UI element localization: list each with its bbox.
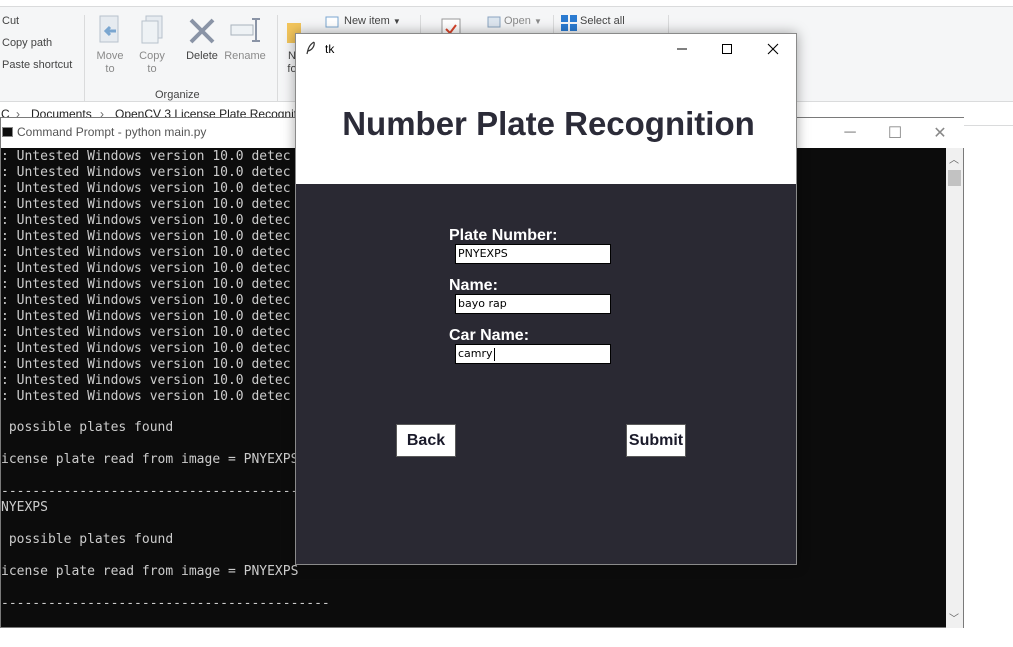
console-line: : Untested Windows version 10.0 detec [1,309,291,324]
console-line: : Untested Windows version 10.0 detec [1,373,291,388]
console-icon [2,127,13,137]
open-icon [487,15,501,29]
console-line: icense plate read from image = PNYEXPS [1,564,299,579]
chevron-down-icon: ▼ [533,17,542,26]
tk-window: tk Number Plate Recognition Plate Number… [295,33,797,565]
copy-to-button[interactable]: Copy to [134,50,170,76]
console-line: : Untested Windows version 10.0 detec [1,293,291,308]
ribbon-separator [277,15,278,101]
move-to-button[interactable]: Move to [92,50,128,76]
car-name-value: camry [458,347,493,360]
plate-number-value: PNYEXPS [458,247,508,260]
scroll-up-icon[interactable]: ︿ [949,151,959,166]
scroll-down-icon[interactable]: ﹀ [949,610,959,625]
car-name-input[interactable]: camry [455,344,611,364]
console-line: : Untested Windows version 10.0 detec [1,149,291,164]
feather-icon [306,41,316,58]
console-line: : Untested Windows version 10.0 detec [1,341,291,356]
open-button[interactable]: Open ▼ [504,15,542,27]
scroll-thumb[interactable] [948,170,961,186]
minimize-button[interactable] [659,34,705,64]
console-line: : Untested Windows version 10.0 detec [1,213,291,228]
back-button[interactable]: Back [396,424,456,457]
copy-to-icon [140,15,166,45]
maximize-button[interactable] [704,34,750,64]
car-name-label: Car Name: [449,327,530,344]
select-all-button[interactable]: Select all [580,15,625,27]
submit-button[interactable]: Submit [626,424,686,457]
delete-button[interactable]: Delete [182,50,222,63]
ribbon-separator [84,15,85,101]
console-line: NYEXPS [1,500,48,515]
console-line: : Untested Windows version 10.0 detec [1,197,291,212]
select-all-icon [561,15,577,31]
maximize-button[interactable]: ☐ [872,118,918,148]
page-title: Number Plate Recognition [342,105,755,142]
console-line: : Untested Windows version 10.0 detec [1,181,291,196]
console-line: possible plates found [1,420,174,435]
console-line: : Untested Windows version 10.0 detec [1,325,291,340]
new-item-icon [325,15,339,28]
cut-button[interactable]: Cut [2,15,19,27]
chevron-down-icon: ▼ [392,17,401,26]
name-label: Name: [449,277,498,294]
console-line: : Untested Windows version 10.0 detec [1,165,291,180]
console-line: icense plate read from image = PNYEXPS [1,452,299,467]
name-input[interactable]: bayo rap [455,294,611,314]
close-button[interactable] [750,34,796,64]
paste-shortcut-button[interactable]: Paste shortcut [2,59,72,71]
text-cursor [493,347,495,361]
new-item-button[interactable]: New item ▼ [344,15,401,27]
console-line: : Untested Windows version 10.0 detec [1,229,291,244]
tk-titlebar[interactable]: tk [296,34,796,64]
console-line: possible plates found [1,532,174,547]
console-line: : Untested Windows version 10.0 detec [1,277,291,292]
console-line: : Untested Windows version 10.0 detec [1,245,291,260]
close-button[interactable]: ✕ [917,118,963,148]
open-label: Open [504,15,531,27]
name-value: bayo rap [458,297,507,310]
console-line: : Untested Windows version 10.0 detec [1,389,291,404]
rename-button[interactable]: Rename [222,50,268,63]
organize-group-label: Organize [155,89,200,101]
plate-number-label: Plate Number: [449,227,558,244]
copy-path-button[interactable]: Copy path [2,37,52,49]
console-line: : Untested Windows version 10.0 detec [1,357,291,372]
move-to-icon [98,15,122,45]
minimize-button[interactable]: ─ [827,118,873,148]
window-title: tk [325,42,335,56]
new-item-label: New item [344,15,390,27]
scrollbar[interactable]: ︿ ﹀ [946,148,963,628]
plate-number-input[interactable]: PNYEXPS [455,244,611,264]
console-line: ----------------------------------------… [1,596,330,611]
console-line: : Untested Windows version 10.0 detec [1,261,291,276]
delete-icon [188,17,216,45]
header: Number Plate Recognition [296,64,796,184]
cmd-title: Command Prompt - python main.py [17,125,207,139]
rename-icon [230,17,260,43]
form-panel: Plate Number: PNYEXPS Name: bayo rap Car… [296,184,796,564]
